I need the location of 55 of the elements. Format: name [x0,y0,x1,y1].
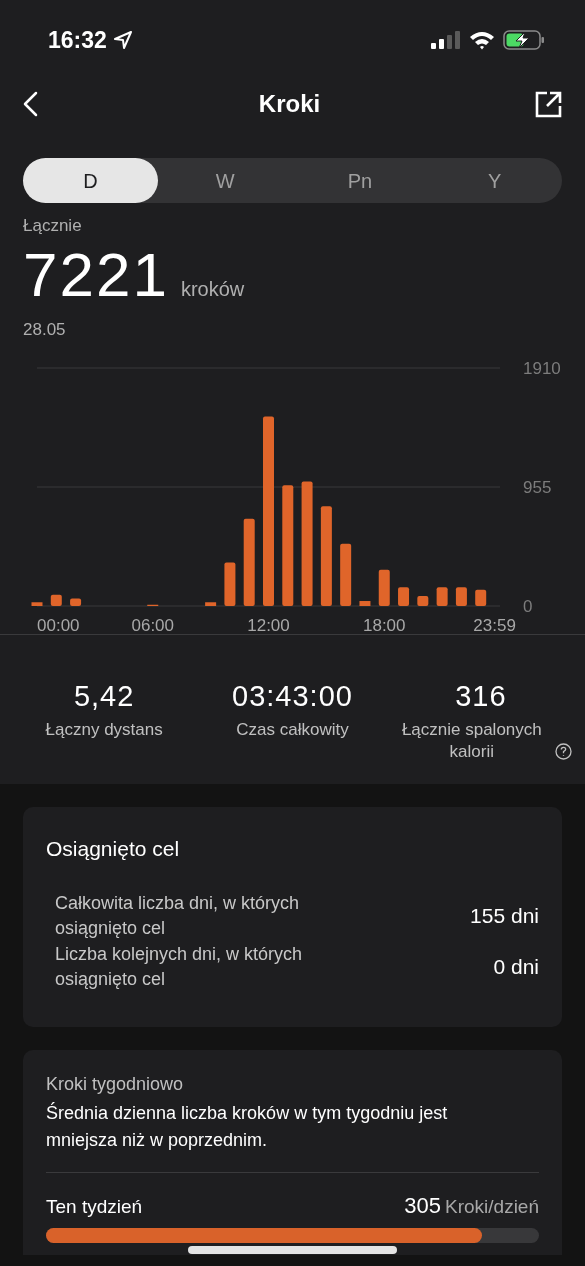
card-title: Kroki tygodniowo [46,1073,185,1096]
location-arrow-icon [112,30,133,50]
chart-bar [378,569,390,606]
stat-label: Łącznie spalonych kalorii [400,719,543,763]
steps-unit: kroków [180,277,245,302]
week-label: Ten tydzień [46,1195,143,1219]
goal-row-label: Całkowita liczba dni, w których osiągnięto cel [55,892,301,940]
chart-bar [359,601,371,606]
weekly-message: Średnia dzienna liczba kroków w tym tygodniu jest mniejsza niż w poprzednim. [46,1101,449,1152]
period-tab[interactable]: W [157,158,293,203]
chart-bar [417,596,429,606]
x-axis-label: 23:59 [473,616,516,634]
card-title: Osiągnięto cel [46,836,181,862]
chart-bar [436,587,448,606]
total-label: Łącznie [23,216,83,236]
stat-label: Łączny dystans [45,719,163,741]
x-axis-label: 18:00 [363,616,406,634]
chart-bar [31,602,43,606]
goal-row-value: 155 dni [470,903,539,930]
wifi-icon [469,30,495,50]
stat-value: 316 [455,679,507,713]
chart-bar [224,562,236,606]
period-tab[interactable]: D [23,158,158,203]
status-time: 16:32 [48,25,107,55]
period-tab[interactable]: Pn [292,158,428,203]
x-axis-label: 12:00 [247,616,290,634]
battery-charging-icon [503,30,545,50]
week-value: 305 [404,1192,441,1220]
date-label: 28.05 [23,320,67,340]
chart-bar [475,589,487,606]
y-axis-label: 955 [523,478,552,497]
share-button[interactable] [535,90,563,118]
stat-label: Czas całkowity [236,719,349,741]
chart-bar [455,587,467,606]
chart-bar [50,594,62,606]
total-steps: 7221 [23,242,169,308]
info-icon[interactable] [555,743,573,760]
stat-value: 03:43:00 [232,679,353,713]
y-axis-label: 0 [523,597,533,616]
chart-bar [340,543,352,606]
chart-bar [70,598,82,606]
back-icon [22,91,38,117]
page-title: Kroki [258,89,321,119]
week-unit: Kroki/dzień [445,1195,539,1219]
goal-row-label: Liczba kolejnych dni, w których osiągnięto cel [55,943,304,991]
x-axis-label: 06:00 [131,616,174,634]
chart-bar [398,587,410,606]
share-icon [535,90,563,118]
stat-value: 5,42 [73,679,135,713]
period-tab[interactable]: Y [427,158,562,203]
goal-row-value: 0 dni [493,954,539,981]
x-axis-label: 00:00 [37,616,80,634]
y-axis-label: 1910 [523,359,561,378]
chart-bar [205,602,217,606]
signal-icon [431,31,461,49]
